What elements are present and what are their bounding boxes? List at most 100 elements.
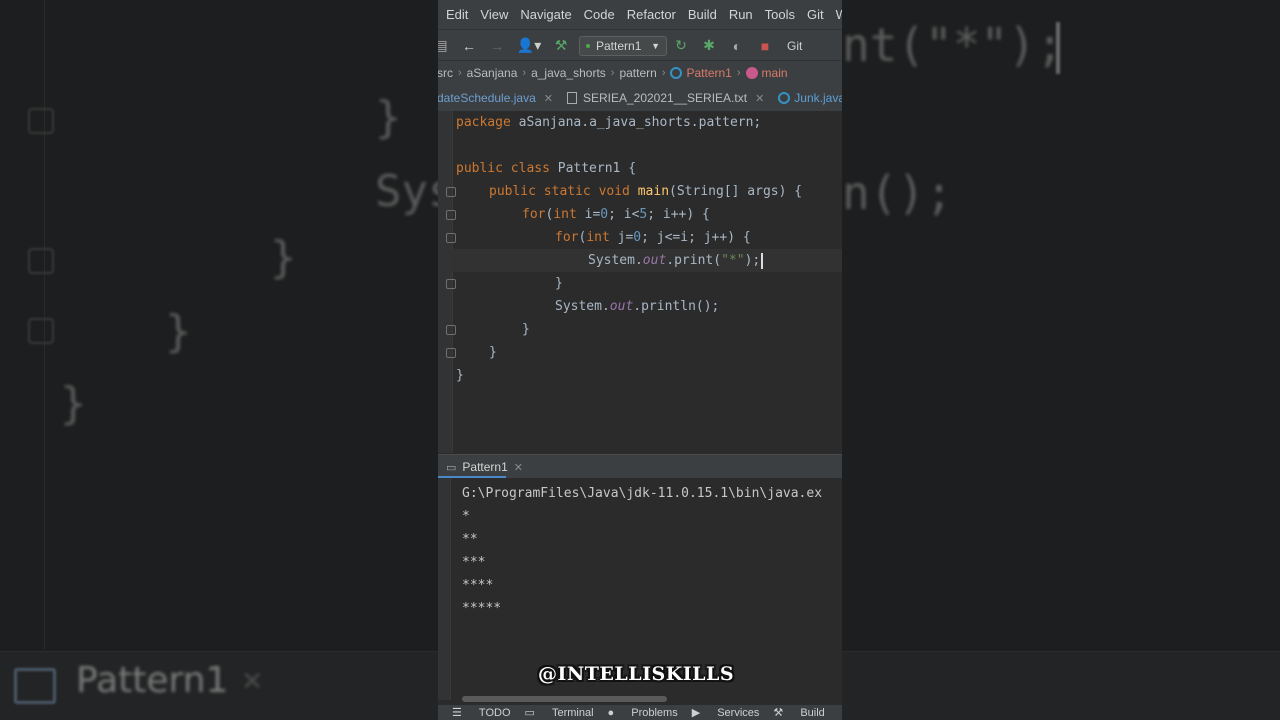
horizontal-scrollbar[interactable] <box>462 696 667 702</box>
menu-tools[interactable]: Tools <box>765 7 795 22</box>
fold-icon[interactable] <box>446 348 456 358</box>
fold-icon[interactable] <box>446 325 456 335</box>
bg-brace: } <box>165 306 192 357</box>
keyword: for <box>522 207 546 222</box>
crumb-method[interactable]: main <box>762 66 788 80</box>
keyword: for <box>555 230 579 245</box>
bg-code-text: Sys <box>375 166 438 217</box>
code-text: i= <box>576 207 601 222</box>
background-right: nt("*"); n(); <box>842 0 1280 720</box>
breadcrumb: src › aSanjana › a_java_shorts › pattern… <box>438 60 842 85</box>
keyword: int <box>553 207 577 222</box>
build-hammer-icon[interactable]: ⚒ <box>552 37 570 54</box>
code-line: } <box>522 322 530 337</box>
tool-label: Problems <box>631 706 678 719</box>
menu-navigate[interactable]: Navigate <box>520 7 571 22</box>
tab-junk-java[interactable]: Junk.java <box>778 91 842 105</box>
tool-services[interactable]: ▶ Services <box>692 706 760 719</box>
user-icon[interactable]: 👤▾ <box>516 37 542 54</box>
method-icon <box>745 67 758 79</box>
code-text: ; j<=i; j++) { <box>641 230 751 245</box>
close-icon[interactable]: ✕ <box>514 461 523 474</box>
code-text: ; i++) { <box>647 207 710 222</box>
close-icon[interactable]: ✕ <box>544 92 553 105</box>
chevron-right-icon: › <box>661 67 666 79</box>
tab-label: Junk.java <box>794 91 842 105</box>
tool-problems[interactable]: ● Problems <box>608 707 678 719</box>
code-text: System. <box>555 299 610 314</box>
code-text: ); <box>744 253 761 268</box>
code-line: public class Pattern1 { <box>456 157 802 180</box>
console-line: *** <box>462 555 486 570</box>
bg-bottom-bar <box>842 651 1280 720</box>
run-window-icon: ▭ <box>446 461 457 474</box>
tool-terminal[interactable]: ▭ Terminal <box>525 706 594 719</box>
coverage-icon[interactable]: ◐ <box>728 38 746 54</box>
crumb-package[interactable]: aSanjana <box>467 66 518 80</box>
ide-window: Edit View Navigate Code Refactor Build R… <box>438 0 842 720</box>
menu-git[interactable]: Git <box>807 7 824 22</box>
tab-date-schedule[interactable]: dateSchedule.java ✕ <box>438 91 553 105</box>
code-editor[interactable]: package aSanjana.a_java_shorts.pattern; … <box>438 111 842 453</box>
run-tab-label[interactable]: Pattern1 <box>462 460 507 474</box>
fold-icon[interactable] <box>446 233 456 243</box>
project-icon[interactable]: ▤ <box>438 37 450 54</box>
toolbar: ▤ ← → 👤▾ ⚒ Pattern1 ▼ ↻ ✱ ◐ ■ Git <box>438 29 842 61</box>
crumb-src[interactable]: src <box>438 66 453 80</box>
keyword: public class <box>456 161 550 176</box>
tool-label: Build <box>800 707 825 719</box>
watermark: @INTELLISKILLS <box>538 663 735 685</box>
code-text: ; i< <box>608 207 640 222</box>
rerun-icon[interactable]: ↻ <box>672 37 690 54</box>
fold-icon[interactable] <box>446 210 456 220</box>
fold-icon[interactable] <box>446 279 456 289</box>
git-label[interactable]: Git <box>787 39 802 53</box>
console-gutter <box>438 478 451 700</box>
close-icon[interactable]: ✕ <box>755 92 764 105</box>
bg-fold-icon <box>28 318 54 344</box>
menu-view[interactable]: View <box>480 7 508 22</box>
number: 0 <box>633 230 642 245</box>
tab-label: dateSchedule.java <box>438 91 536 105</box>
code-text: j= <box>609 230 634 245</box>
back-arrow-icon[interactable]: ← <box>460 38 478 54</box>
menu-window[interactable]: Wi <box>836 7 842 22</box>
menu-edit[interactable]: Edit <box>446 7 468 22</box>
menu-run[interactable]: Run <box>729 7 753 22</box>
bg-fold-icon <box>28 248 54 274</box>
console-line: **** <box>462 578 494 593</box>
code-line: for(int j=0; j<=i; j++) { <box>456 226 802 249</box>
tool-build[interactable]: ⚒ Build <box>773 706 824 719</box>
debug-bug-icon[interactable]: ✱ <box>700 37 718 54</box>
tab-label: SERIEA_202021__SERIEA.txt <box>582 91 748 105</box>
tool-todo[interactable]: ☰ TODO <box>452 706 511 719</box>
keyword: int <box>586 230 610 245</box>
menu-bar: Edit View Navigate Code Refactor Build R… <box>438 0 842 29</box>
bg-brace: } <box>60 378 87 429</box>
keyword: package <box>456 115 511 130</box>
menu-refactor[interactable]: Refactor <box>627 7 676 22</box>
forward-arrow-icon[interactable]: → <box>488 38 506 54</box>
bg-fold-icon <box>28 108 54 134</box>
crumb-package[interactable]: pattern <box>619 66 656 80</box>
tool-label: Terminal <box>551 707 594 719</box>
chevron-down-icon: ▼ <box>651 40 660 51</box>
text-caret <box>761 252 764 269</box>
menu-code[interactable]: Code <box>584 7 615 22</box>
crumb-class[interactable]: Pattern1 <box>686 66 731 80</box>
fold-icon[interactable] <box>446 187 456 197</box>
stop-icon[interactable]: ■ <box>756 38 774 54</box>
code-line: for(int i=0; i<5; i++) { <box>456 203 802 226</box>
tab-seriea-txt[interactable]: SERIEA_202021__SERIEA.txt ✕ <box>566 91 764 105</box>
console-output: G:\ProgramFiles\Java\jdk-11.0.15.1\bin\j… <box>462 482 822 620</box>
tool-window-bar: ☰ TODO ▭ Terminal ● Problems ▶ Services … <box>438 705 842 720</box>
menu-build[interactable]: Build <box>688 7 717 22</box>
run-config-select[interactable]: Pattern1 ▼ <box>579 35 667 56</box>
crumb-package[interactable]: a_java_shorts <box>531 66 606 80</box>
code-lines: package aSanjana.a_java_shorts.pattern; … <box>456 111 802 387</box>
code-line: System.out.println(); <box>456 295 802 318</box>
code-text: aSanjana.a_java_shorts.pattern; <box>510 115 762 130</box>
console-line: ** <box>462 532 478 547</box>
code-line: public static void main(String[] args) { <box>456 180 802 203</box>
